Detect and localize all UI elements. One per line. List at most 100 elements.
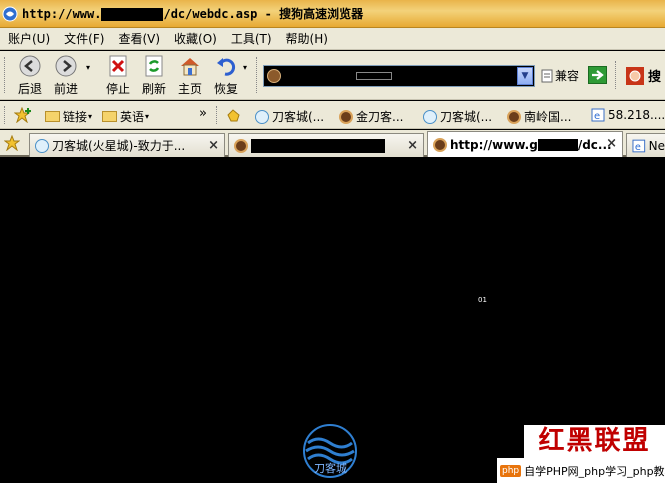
menu-favorites[interactable]: 收藏(O) [174, 30, 217, 47]
tab-new[interactable]: e Ne [626, 133, 665, 157]
ie-page-icon: e [591, 108, 605, 122]
coin-favicon-icon [339, 109, 353, 124]
site-logo: 刀客城 [298, 423, 362, 479]
chevron-down-icon: ▾ [145, 112, 150, 121]
watermark-text: 自学PHP网_php学习_php教程 [524, 464, 665, 478]
coin-favicon-icon [507, 109, 521, 124]
redaction-mask [101, 8, 164, 21]
search-label: 搜 [648, 70, 662, 85]
stop-icon [109, 55, 127, 77]
tab-label: Ne [648, 138, 665, 153]
add-favorite-icon[interactable] [14, 107, 32, 123]
go-arrow-icon [592, 70, 604, 80]
address-bar[interactable]: ▼ [263, 65, 535, 87]
ie-page-icon: e [632, 139, 646, 152]
home-icon [181, 58, 199, 76]
refresh-button[interactable]: 刷新 [138, 54, 170, 97]
toolbar-grip[interactable] [256, 57, 259, 93]
title-bar: http://www. /dc/webdc.asp - 搜狗高速浏览器 [0, 0, 665, 28]
toolbar-grip[interactable] [615, 61, 618, 89]
watermark-strip: php 自学PHP网_php学习_php教程 [497, 458, 665, 483]
go-button[interactable] [588, 66, 607, 84]
links-bar: 链接 ▾ 英语 ▾ » 刀客城(... 金刀客... 刀客城(... 南岭国..… [0, 101, 665, 129]
logo-text: 刀客城 [314, 462, 347, 475]
links-folder-label: 链接 [63, 110, 88, 124]
menu-bar: 账户(U) 文件(F) 查看(V) 收藏(O) 工具(T) 帮助(H) [0, 28, 665, 50]
compat-mode-button[interactable]: 兼容 [541, 67, 579, 84]
link-item[interactable]: e 58.218.... [591, 108, 665, 122]
sogou-search-icon [626, 66, 644, 85]
tab-daokecheng[interactable]: 刀客城(火星城)-致力于... × [29, 133, 225, 157]
watermark-brand: 红黑联盟 [524, 425, 665, 458]
browser-logo-icon [2, 6, 18, 21]
favorites-star-icon[interactable] [4, 135, 20, 151]
wave-favicon-icon [255, 109, 269, 124]
stop-label: 停止 [105, 82, 130, 96]
refresh-icon [145, 55, 163, 77]
restore-label: 恢复 [213, 82, 238, 96]
site-favicon-icon [267, 69, 281, 83]
restore-button[interactable]: 恢复 [210, 54, 242, 97]
menu-view[interactable]: 查看(V) [118, 30, 160, 47]
wave-favicon-icon [423, 109, 437, 124]
tab-label: http://www.g [450, 137, 538, 152]
folder-icon [102, 111, 117, 122]
chevron-down-icon: ▾ [88, 112, 93, 121]
back-arrow-icon [19, 55, 41, 77]
home-button[interactable]: 主页 [174, 54, 206, 97]
link-item[interactable]: 金刀客... [339, 108, 403, 125]
svg-text:e: e [594, 111, 600, 122]
content-marker: 01 [478, 296, 487, 304]
redaction-mask [537, 138, 578, 151]
svg-text:e: e [635, 141, 641, 152]
search-button[interactable]: 搜 [626, 66, 661, 85]
forward-dropdown-icon[interactable]: ▾ [86, 63, 90, 72]
tab-close-icon[interactable]: × [208, 138, 219, 153]
link-item-label: 58.218.... [608, 108, 665, 122]
tab-redacted[interactable]: × [228, 133, 424, 157]
toolbar-grip[interactable] [4, 57, 7, 93]
coin-favicon-icon [234, 138, 248, 153]
link-item-label: 刀客城(... [440, 110, 493, 124]
link-item-label: 刀客城(... [272, 110, 325, 124]
menu-file[interactable]: 文件(F) [64, 30, 104, 47]
address-dropdown-icon[interactable]: ▼ [517, 67, 533, 85]
refresh-label: 刷新 [141, 82, 166, 96]
wave-favicon-icon [35, 138, 49, 153]
more-links-button[interactable]: » [199, 106, 207, 121]
window-title: http://www. /dc/webdc.asp - 搜狗高速浏览器 [22, 5, 363, 22]
page-icon [541, 69, 553, 82]
stop-button[interactable]: 停止 [102, 54, 134, 97]
tab-bar: 刀客城(火星城)-致力于... × × http://www.g/dc... ×… [0, 130, 665, 157]
link-item[interactable]: 刀客城(... [423, 108, 492, 125]
redaction-mask [356, 72, 392, 80]
english-folder[interactable]: 英语 ▾ [102, 108, 149, 125]
coin-favicon-icon [433, 137, 447, 152]
tab-label: 刀客城(火星城)-致力于... [52, 139, 186, 153]
undo-icon [217, 58, 236, 76]
menu-help[interactable]: 帮助(H) [286, 30, 328, 47]
redaction-mask [251, 138, 385, 153]
toolbar-grip[interactable] [4, 106, 7, 124]
home-label: 主页 [177, 82, 202, 96]
tab-close-icon[interactable]: × [606, 136, 617, 151]
tab-active-webdc[interactable]: http://www.g/dc... × [427, 131, 623, 157]
menu-account[interactable]: 账户(U) [8, 30, 50, 47]
php-badge-icon: php [500, 464, 522, 477]
menu-tools[interactable]: 工具(T) [231, 30, 272, 47]
forward-button[interactable]: 前进 [50, 54, 82, 97]
link-item-label: 南岭国... [524, 110, 572, 124]
folder-icon [45, 111, 60, 122]
links-folder[interactable]: 链接 ▾ [45, 108, 92, 125]
toolbar-grip[interactable] [216, 106, 219, 124]
link-item[interactable]: 刀客城(... [255, 108, 324, 125]
forward-label: 前进 [53, 82, 78, 96]
back-button[interactable]: 后退 [14, 54, 46, 97]
tab-close-icon[interactable]: × [407, 138, 418, 153]
link-item-label: 金刀客... [356, 110, 404, 124]
english-folder-label: 英语 [120, 110, 145, 124]
link-item[interactable]: 南岭国... [507, 108, 571, 125]
compat-label: 兼容 [555, 69, 580, 83]
hand-icon[interactable] [225, 107, 243, 123]
restore-dropdown-icon[interactable]: ▾ [243, 63, 247, 72]
